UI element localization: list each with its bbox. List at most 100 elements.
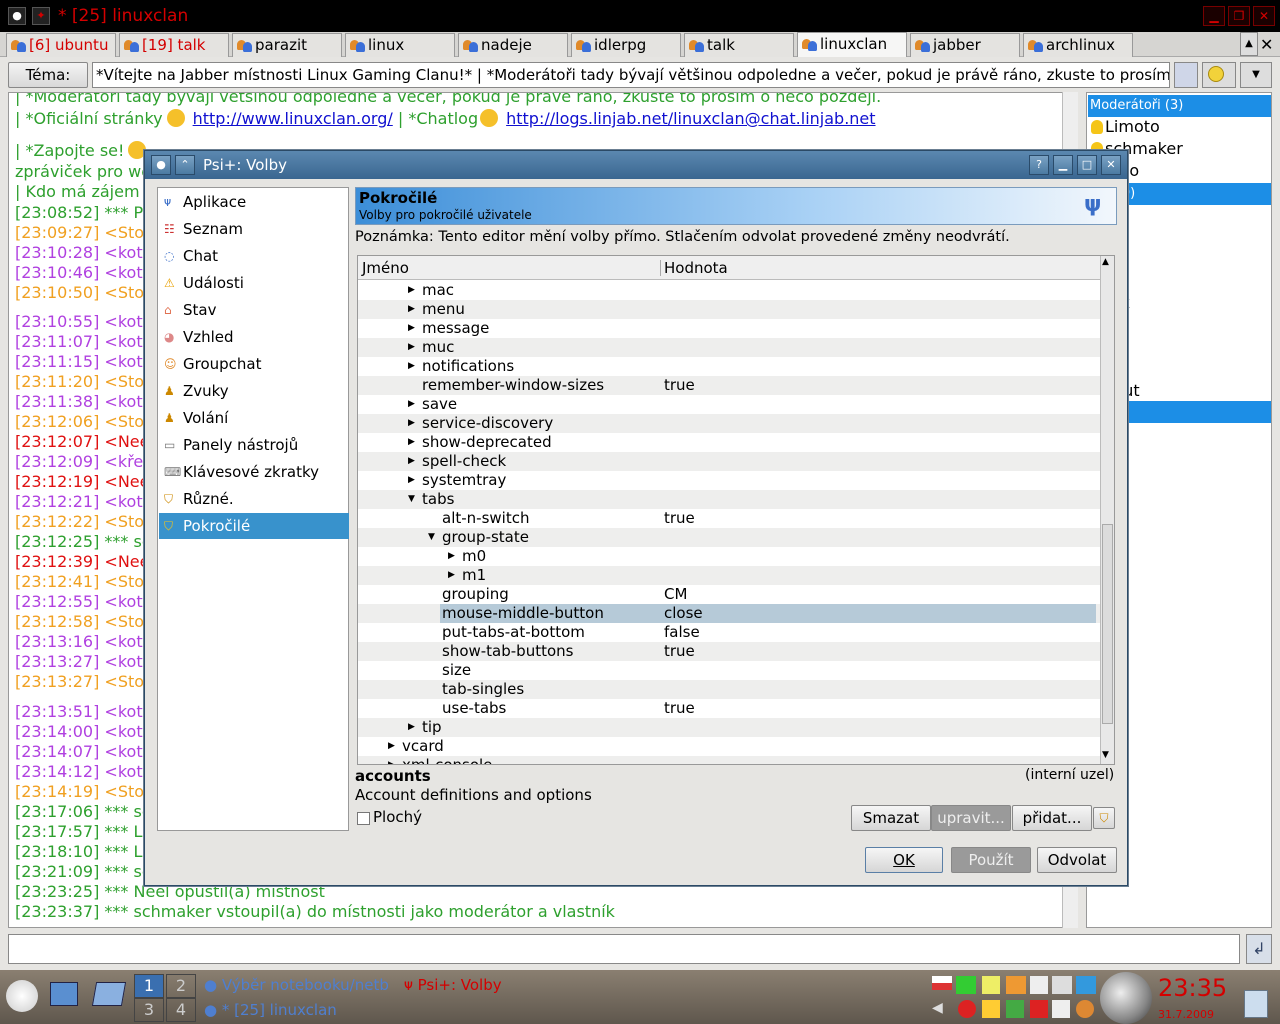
tab-1[interactable]: [19] talk bbox=[119, 33, 229, 57]
topic-button[interactable]: Téma: bbox=[8, 62, 88, 88]
roster-contact[interactable]: Limoto bbox=[1091, 117, 1160, 136]
tab-5[interactable]: idlerpg bbox=[571, 33, 681, 57]
tree-row[interactable]: show-tab-buttons true bbox=[358, 642, 1100, 661]
tree-row[interactable]: size bbox=[358, 661, 1100, 680]
tab-6[interactable]: talk bbox=[684, 33, 794, 57]
sidebar-item-groupchat[interactable]: ☺ Groupchat bbox=[159, 351, 349, 377]
message-input[interactable] bbox=[8, 934, 1240, 964]
tree-row[interactable]: ▶ xml-console bbox=[358, 756, 1100, 764]
task-browser[interactable]: ● Výběr notebooku/netb bbox=[204, 976, 389, 994]
tree-row[interactable]: ▶ mac bbox=[358, 281, 1100, 300]
send-icon[interactable]: ↲ bbox=[1246, 934, 1272, 964]
tree-row[interactable]: ▶ muc bbox=[358, 338, 1100, 357]
shield-icon[interactable]: ⛉ bbox=[1093, 807, 1115, 829]
roster-group[interactable]: Moderátoři (3) bbox=[1088, 95, 1271, 117]
options-tree[interactable]: Jméno Hodnota ▶ mac ▶ menu ▶ message ▶ muc ▶ noti… bbox=[357, 255, 1115, 765]
flat-checkbox-label[interactable]: Plochý bbox=[373, 808, 422, 826]
tab-list-button[interactable]: ▲ bbox=[1240, 32, 1258, 56]
tree-row[interactable]: ▶ notifications bbox=[358, 357, 1100, 376]
network-icon[interactable] bbox=[956, 976, 976, 994]
close-button[interactable]: ✕ bbox=[1253, 6, 1275, 26]
tab-3[interactable]: linux bbox=[345, 33, 455, 57]
apps-icon[interactable] bbox=[982, 1000, 1000, 1018]
delete-button[interactable]: Smazat bbox=[851, 805, 931, 831]
tab-2[interactable]: parazit bbox=[232, 33, 342, 57]
tree-row[interactable]: mouse-middle-button close bbox=[358, 604, 1100, 623]
desktop-2[interactable]: 2 bbox=[166, 974, 196, 998]
collapsed-arrow-icon[interactable]: ▶ bbox=[408, 395, 415, 414]
tree-row[interactable]: ▶ m1 bbox=[358, 566, 1100, 585]
collapsed-arrow-icon[interactable]: ▶ bbox=[408, 414, 415, 433]
cancel-button[interactable]: Odvolat bbox=[1037, 847, 1117, 873]
desktop-1[interactable]: 1 bbox=[134, 974, 164, 998]
desktop-4[interactable]: 4 bbox=[166, 998, 196, 1022]
minimize-button[interactable]: ▁ bbox=[1203, 6, 1225, 26]
chevron-down-icon[interactable]: ▼ bbox=[1240, 62, 1272, 88]
dialog-minimize-button[interactable]: ▁ bbox=[1053, 155, 1073, 175]
puzzle-icon[interactable] bbox=[1052, 1000, 1070, 1018]
column-name[interactable]: Jméno bbox=[362, 256, 409, 280]
collapsed-arrow-icon[interactable]: ▶ bbox=[408, 471, 415, 490]
kde-menu-icon[interactable] bbox=[6, 980, 38, 1012]
notes-icon[interactable] bbox=[982, 976, 1000, 994]
expanded-arrow-icon[interactable]: ▼ bbox=[408, 490, 415, 509]
keyboard-layout-icon[interactable] bbox=[932, 976, 952, 990]
clock[interactable]: 23:35 bbox=[1158, 974, 1227, 1002]
collapsed-arrow-icon[interactable]: ▶ bbox=[408, 452, 415, 471]
tree-row[interactable]: remember-window-sizes true bbox=[358, 376, 1100, 395]
d-icon[interactable] bbox=[1006, 1000, 1024, 1018]
update-icon[interactable] bbox=[1076, 1000, 1094, 1018]
tree-row[interactable]: ▶ message bbox=[358, 319, 1100, 338]
trash-icon[interactable] bbox=[1244, 990, 1268, 1018]
psi-app-icon[interactable]: ● bbox=[8, 7, 26, 25]
sidebar-item-sound[interactable]: ♟ Zvuky bbox=[159, 378, 349, 404]
desktop-icon[interactable] bbox=[91, 982, 127, 1006]
kde-icon[interactable] bbox=[1076, 976, 1096, 994]
task-linuxclan[interactable]: ● * [25] linuxclan bbox=[204, 1001, 337, 1019]
scroll-up-icon[interactable]: ▲ bbox=[1102, 257, 1109, 267]
sidebar-item-keyboard[interactable]: ⌨ Klávesové zkratky bbox=[159, 459, 349, 485]
collapsed-arrow-icon[interactable]: ▶ bbox=[388, 737, 395, 756]
tree-row[interactable]: ▶ systemtray bbox=[358, 471, 1100, 490]
help-icon[interactable]: ? bbox=[1029, 155, 1049, 175]
maximize-button[interactable]: ❐ bbox=[1228, 6, 1250, 26]
tree-row[interactable]: ▼ group-state bbox=[358, 528, 1100, 547]
chatlog-link[interactable]: http://logs.linjab.net/linuxclan@chat.li… bbox=[506, 109, 875, 128]
sidebar-item-roster[interactable]: ☷ Seznam bbox=[159, 216, 349, 242]
tree-row[interactable]: grouping CM bbox=[358, 585, 1100, 604]
tab-9[interactable]: archlinux bbox=[1023, 33, 1133, 57]
sidebar-item-call[interactable]: ♟ Volání bbox=[159, 405, 349, 431]
tree-row[interactable]: alt-n-switch true bbox=[358, 509, 1100, 528]
website-link[interactable]: http://www.linuxclan.org/ bbox=[193, 109, 393, 128]
collapsed-arrow-icon[interactable]: ▶ bbox=[408, 718, 415, 737]
tab-0[interactable]: [6] ubuntu bbox=[6, 33, 116, 57]
tree-row[interactable]: ▶ save bbox=[358, 395, 1100, 414]
tree-row[interactable]: tab-singles bbox=[358, 680, 1100, 699]
clipboard-icon[interactable] bbox=[1030, 976, 1048, 994]
m-icon[interactable] bbox=[1030, 1000, 1048, 1018]
tool-icon[interactable] bbox=[1052, 976, 1072, 994]
column-value[interactable]: Hodnota bbox=[664, 256, 728, 280]
tree-row[interactable]: ▶ menu bbox=[358, 300, 1100, 319]
collapsed-arrow-icon[interactable]: ▶ bbox=[408, 319, 415, 338]
sidebar-item-toolbar[interactable]: ▭ Panely nástrojů bbox=[159, 432, 349, 458]
scroll-down-icon[interactable]: ▼ bbox=[1102, 750, 1109, 760]
collapsed-arrow-icon[interactable]: ▶ bbox=[408, 357, 415, 376]
topic-field[interactable]: *Vítejte na Jabber místnosti Linux Gamin… bbox=[92, 62, 1170, 88]
tree-row[interactable]: ▼ tabs bbox=[358, 490, 1100, 509]
tree-row[interactable]: ▶ spell-check bbox=[358, 452, 1100, 471]
tree-row[interactable]: put-tabs-at-bottom false bbox=[358, 623, 1100, 642]
tree-row[interactable]: ▶ vcard bbox=[358, 737, 1100, 756]
desktop-3[interactable]: 3 bbox=[134, 998, 164, 1022]
collapsed-arrow-icon[interactable]: ▶ bbox=[408, 281, 415, 300]
dialog-maximize-button[interactable]: □ bbox=[1077, 155, 1097, 175]
tree-row[interactable]: ▶ m0 bbox=[358, 547, 1100, 566]
shade-icon[interactable]: ⌃ bbox=[175, 155, 195, 175]
tab-8[interactable]: jabber bbox=[910, 33, 1020, 57]
collapsed-arrow-icon[interactable]: ▶ bbox=[408, 433, 415, 452]
sidebar-item-advanced[interactable]: ⛉ Pokročilé bbox=[159, 513, 349, 539]
sidebar-item-chat[interactable]: ◌ Chat bbox=[159, 243, 349, 269]
collapsed-arrow-icon[interactable]: ▶ bbox=[448, 566, 455, 585]
ok-button[interactable]: OK bbox=[865, 847, 943, 873]
volume-icon[interactable]: ◀ bbox=[932, 1000, 950, 1018]
